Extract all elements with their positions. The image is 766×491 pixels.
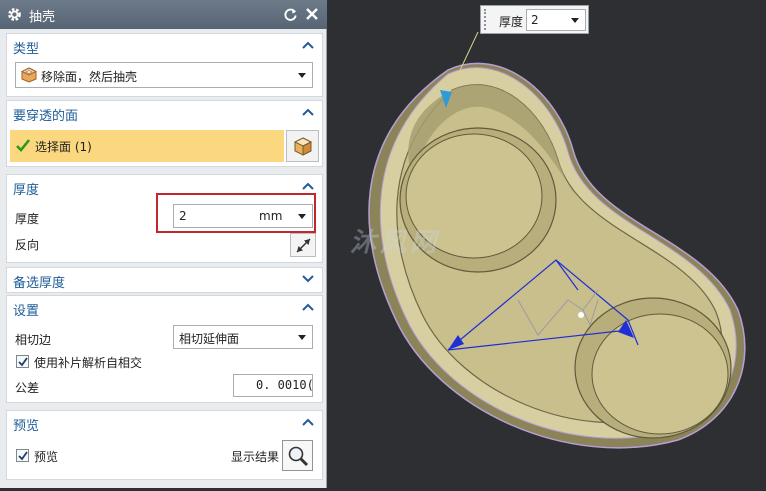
select-face-row[interactable]: 选择面 (1)	[10, 130, 284, 162]
checkmark-icon	[16, 139, 30, 152]
dropdown-arrow-icon	[298, 214, 306, 219]
chevron-up-icon[interactable]	[302, 40, 314, 50]
faces-section: 要穿透的面 选择面 (1)	[6, 100, 323, 167]
chevron-up-icon[interactable]	[302, 107, 314, 117]
floating-thickness-box: 厚度 2	[480, 5, 589, 34]
chevron-down-icon[interactable]	[302, 274, 314, 284]
settings-section: 设置 相切边 相切延伸面 使用补片解析自相交 公差 0. 0010(	[6, 295, 323, 403]
thickness-section: 厚度 厚度 2 mm 反向	[6, 174, 323, 263]
alt-thickness-section-header[interactable]: 备选厚度	[7, 268, 322, 292]
shell-feature-icon	[21, 67, 37, 83]
alt-thickness-section: 备选厚度	[6, 267, 323, 293]
preview-label: 预览	[34, 450, 59, 464]
dropdown-arrow-icon	[298, 73, 306, 78]
gear-icon[interactable]	[6, 6, 23, 23]
type-section-header[interactable]: 类型	[7, 34, 322, 58]
section-title: 厚度	[13, 183, 40, 198]
tangent-edge-dropdown[interactable]: 相切延伸面	[173, 325, 313, 349]
preview-checkbox[interactable]	[16, 449, 29, 462]
face-cube-icon	[293, 137, 313, 156]
patch-label: 使用补片解析自相交	[34, 356, 143, 370]
chevron-up-icon[interactable]	[302, 302, 314, 312]
check-icon	[18, 451, 28, 461]
reverse-label: 反向	[15, 238, 40, 252]
watermark-text: 沐风网	[350, 228, 441, 258]
section-title: 设置	[13, 304, 40, 319]
dialog-title: 抽壳	[29, 10, 56, 25]
dialog-title-bar: 抽壳	[0, 0, 327, 29]
thickness-label: 厚度	[15, 212, 40, 226]
preview-section-header[interactable]: 预览	[7, 411, 322, 435]
tolerance-value: 0. 0010(	[256, 378, 313, 392]
select-face-label: 选择面 (1)	[35, 140, 92, 154]
type-value: 移除面，然后抽壳	[41, 70, 138, 84]
faces-section-header[interactable]: 要穿透的面	[7, 101, 322, 125]
floating-thickness-value: 2	[531, 13, 539, 27]
reverse-direction-icon	[296, 238, 311, 253]
reset-icon[interactable]	[283, 7, 298, 22]
section-title: 类型	[13, 42, 40, 57]
dropdown-arrow-icon	[298, 335, 306, 340]
close-icon[interactable]	[305, 7, 319, 21]
tolerance-input[interactable]: 0. 0010(	[233, 374, 313, 397]
shell-dialog: 抽壳 类型 移除面，然后抽壳 要穿透的面 选择面 (1) 厚度 厚度 2 mm …	[0, 0, 327, 488]
section-title: 备选厚度	[13, 276, 66, 291]
settings-section-header[interactable]: 设置	[7, 296, 322, 320]
tolerance-label: 公差	[15, 381, 40, 395]
thickness-input[interactable]: 2 mm	[173, 204, 313, 228]
section-title: 要穿透的面	[13, 109, 79, 124]
chevron-up-icon[interactable]	[302, 181, 314, 191]
show-result-label: 显示结果	[231, 450, 280, 464]
thickness-unit: mm	[259, 209, 283, 223]
preview-section: 预览 预览 显示结果	[6, 410, 323, 480]
patch-checkbox[interactable]	[16, 355, 29, 368]
select-face-button[interactable]	[286, 130, 319, 162]
type-dropdown[interactable]: 移除面，然后抽壳	[15, 62, 313, 88]
drag-handle[interactable]	[484, 9, 489, 30]
thickness-value: 2	[179, 209, 187, 223]
tangent-edge-label: 相切边	[15, 333, 52, 347]
section-title: 预览	[13, 419, 40, 434]
floating-thickness-input[interactable]: 2	[526, 9, 586, 31]
type-section: 类型 移除面，然后抽壳	[6, 33, 323, 97]
dropdown-arrow-icon	[571, 18, 579, 23]
show-result-button[interactable]	[282, 440, 313, 471]
reverse-direction-button[interactable]	[290, 233, 316, 257]
graphics-viewport[interactable]: 沐风网 厚度 2	[328, 0, 766, 488]
chevron-up-icon[interactable]	[302, 417, 314, 427]
floating-thickness-label: 厚度	[499, 15, 524, 29]
check-icon	[18, 357, 28, 367]
magnifier-icon	[288, 446, 309, 467]
tangent-edge-value: 相切延伸面	[179, 332, 240, 346]
